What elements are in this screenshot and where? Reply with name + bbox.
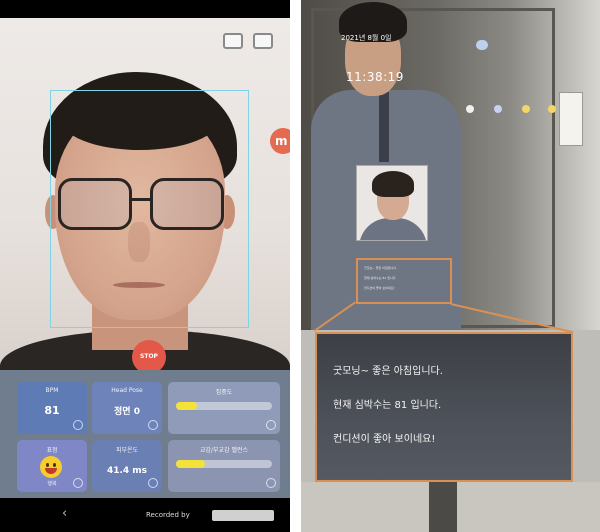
metrics-panel: BPM 81 Head Pose 정면 0 집중도 표정 행복 피부온도 41.…: [0, 370, 290, 498]
balance-bar: [176, 460, 272, 468]
mirror-clock: 11:38:19: [346, 70, 404, 84]
side-menu-button[interactable]: m: [270, 128, 290, 154]
info-icon: [266, 420, 276, 430]
captured-face-photo: [356, 165, 428, 241]
tile-skin-temp[interactable]: 피부온도 41.4 ms: [92, 440, 162, 492]
info-icon: [266, 478, 276, 488]
head-pose-value: 정면 0: [114, 407, 140, 417]
tile-title: BPM: [45, 387, 59, 394]
person-tie: [379, 92, 389, 162]
balance-bar-fill: [176, 460, 205, 468]
small-message-line: 현재 심박수는 81 입니다.: [364, 276, 397, 280]
small-message-line: 컨디션이 좋아 보이네요!: [364, 286, 395, 290]
message-zoom-callout: 굿모닝~ 좋은 아침입니다. 현재 심박수는 81 입니다. 컨디션이 좋아 보…: [315, 332, 573, 482]
small-message-line: 굿모닝~ 좋은 아침입니다.: [364, 266, 397, 270]
happy-face-icon: [40, 456, 62, 478]
sun-icon: [466, 105, 474, 113]
sun-icon: [494, 105, 502, 113]
message-line: 굿모닝~ 좋은 아침입니다.: [333, 366, 443, 377]
phone-app-screen: m STOP BPM 81 Head Pose 정면 0 집중도 표정 행복 피…: [0, 0, 290, 532]
bpm-value: 81: [44, 404, 60, 417]
sun-icon: [522, 105, 530, 113]
calendar-icon[interactable]: [253, 33, 273, 49]
tile-title: 표정: [46, 447, 58, 454]
sun-icon: [548, 105, 556, 113]
tile-focus[interactable]: 집중도: [168, 382, 280, 434]
tile-expression[interactable]: 표정 행복: [17, 440, 87, 492]
camera-icon[interactable]: [223, 33, 243, 49]
focus-bar: [176, 402, 272, 410]
info-icon: [73, 420, 83, 430]
tile-title: Head Pose: [111, 387, 143, 394]
message-line: 현재 심박수는 81 입니다.: [333, 400, 442, 411]
message-line: 컨디션이 좋아 보이네요!: [333, 434, 436, 445]
recorded-by-label: Recorded by: [146, 511, 190, 519]
info-icon: [73, 478, 83, 488]
tile-title: 교감/부교감 밸런스: [199, 447, 249, 454]
mirror-date: 2021년 8월 0일: [341, 34, 392, 42]
tile-balance[interactable]: 교감/부교감 밸런스: [168, 440, 280, 492]
face-detection-box: [50, 90, 249, 328]
cloud-icon: [476, 40, 488, 50]
smart-mirror-photo: 2021년 8월 0일 11:38:19 굿모닝~ 좋은 아침입니다. 현재 심…: [301, 0, 600, 532]
tile-title: 집중도: [215, 389, 233, 396]
skin-temp-value: 41.4 ms: [106, 466, 148, 476]
tile-bpm[interactable]: BPM 81: [17, 382, 87, 434]
tile-head-pose[interactable]: Head Pose 정면 0: [92, 382, 162, 434]
info-icon: [148, 478, 158, 488]
stop-button[interactable]: STOP: [132, 340, 166, 374]
back-chevron-icon[interactable]: ‹: [62, 506, 67, 521]
focus-bar-fill: [176, 402, 198, 410]
message-highlight-box: 굿모닝~ 좋은 아침입니다. 현재 심박수는 81 입니다. 컨디션이 좋아 보…: [356, 258, 452, 304]
wall-sign: [559, 92, 583, 146]
recorder-logo: [212, 510, 274, 521]
status-bar: [0, 0, 290, 18]
info-icon: [148, 420, 158, 430]
tile-title: 피부온도: [115, 447, 139, 454]
